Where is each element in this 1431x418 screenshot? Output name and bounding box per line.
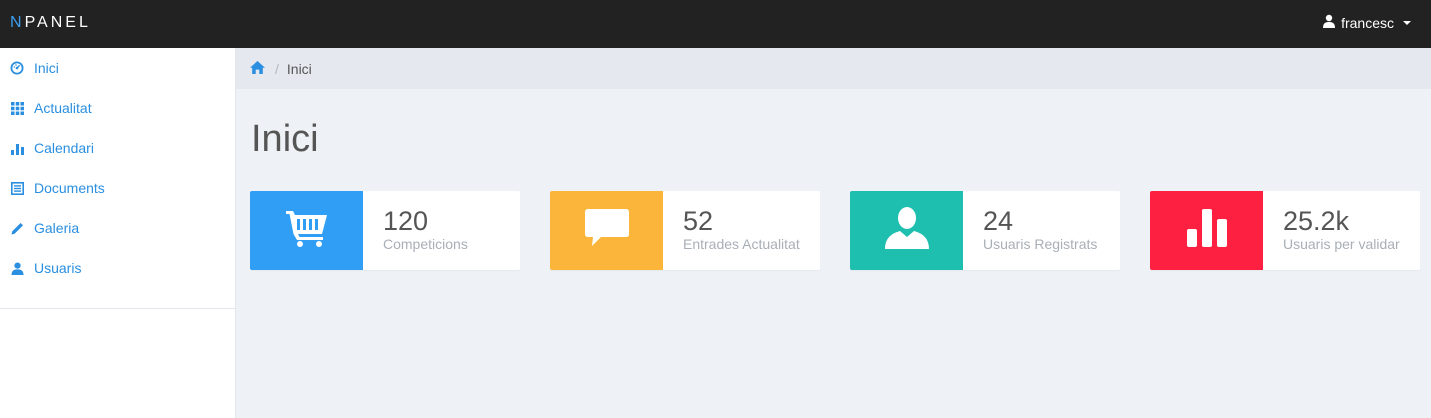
breadcrumb: / Inici	[236, 48, 1431, 89]
brand-accent-letter: N	[10, 14, 25, 31]
stat-label: Competicions	[383, 236, 468, 252]
brand-logo[interactable]: NPANEL	[10, 14, 91, 32]
stat-value: 24	[983, 206, 1014, 236]
user-name: francesc	[1341, 14, 1394, 31]
stat-icon-box	[850, 191, 963, 270]
stat-icon-box	[1150, 191, 1263, 270]
stat-label: Usuaris Registrats	[983, 236, 1098, 252]
stat-label: Entrades Actualitat	[683, 236, 800, 252]
sidebar-item-calendari[interactable]: Calendari	[0, 128, 235, 168]
stat-card-usuaris-registrats[interactable]: 24 Usuaris Registrats	[850, 191, 1120, 270]
top-navbar: NPANEL francesc	[0, 0, 1431, 48]
comment-icon	[584, 209, 629, 252]
breadcrumb-current: Inici	[286, 60, 312, 77]
stat-card-entrades[interactable]: 52 Entrades Actualitat	[550, 191, 820, 270]
home-icon[interactable]	[250, 60, 265, 77]
sidebar-item-usuaris[interactable]: Usuaris	[0, 248, 235, 288]
stat-icon-box	[550, 191, 663, 270]
stat-icon-box	[250, 191, 363, 270]
stat-card-usuaris-validar[interactable]: 25.2k Usuaris per validar	[1150, 191, 1420, 270]
stat-value: 120	[383, 206, 429, 236]
sidebar-item-label: Calendari	[34, 140, 94, 156]
sidebar-item-label: Actualitat	[34, 100, 92, 116]
list-icon	[9, 180, 25, 196]
stat-label: Usuaris per validar	[1283, 236, 1400, 252]
stat-value: 25.2k	[1283, 206, 1350, 236]
pencil-icon	[9, 220, 25, 236]
page-title: Inici	[251, 118, 319, 160]
sidebar-item-label: Documents	[34, 180, 105, 196]
stat-value: 52	[683, 206, 714, 236]
sidebar-item-actualitat[interactable]: Actualitat	[0, 88, 235, 128]
caret-down-icon	[1403, 20, 1411, 25]
cart-icon	[285, 209, 328, 252]
brand-text: PANEL	[24, 14, 91, 31]
sidebar-divider	[0, 308, 235, 309]
grid-icon	[9, 100, 25, 116]
sidebar-item-inici[interactable]: Inici	[0, 48, 235, 88]
sidebar-item-label: Usuaris	[34, 260, 82, 276]
sidebar: Inici Actualitat Calendari Documents Gal…	[0, 48, 236, 418]
sidebar-item-galeria[interactable]: Galeria	[0, 208, 235, 248]
dashboard-icon	[9, 60, 25, 76]
breadcrumb-separator: /	[275, 60, 279, 77]
user-icon	[884, 207, 929, 254]
user-icon	[1322, 14, 1336, 31]
sidebar-item-label: Inici	[34, 60, 59, 76]
bar-chart-icon	[9, 140, 25, 156]
stat-card-competicions[interactable]: 120 Competicions	[250, 191, 520, 270]
sidebar-item-documents[interactable]: Documents	[0, 168, 235, 208]
user-icon	[9, 260, 25, 276]
user-menu[interactable]: francesc	[1322, 14, 1411, 31]
bar-chart-icon	[1186, 209, 1227, 252]
sidebar-item-label: Galeria	[34, 220, 80, 236]
